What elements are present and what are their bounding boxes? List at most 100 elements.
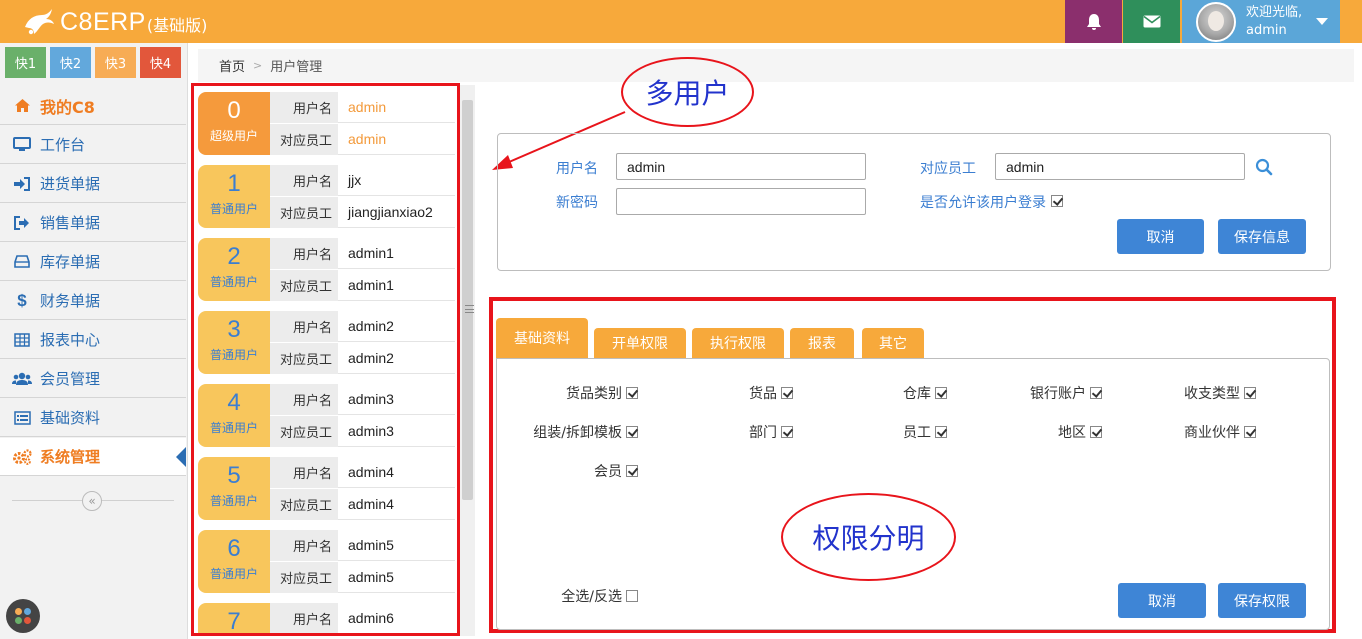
- user-card-4[interactable]: 4 普通用户 用户名 admin3 对应员工 admin3: [198, 383, 455, 447]
- perm-assembly-template[interactable]: 组装/拆卸模板: [510, 422, 638, 442]
- user-number: 3: [227, 316, 241, 343]
- scrollbar-thumb[interactable]: [462, 100, 474, 500]
- quick-button-1[interactable]: 快1: [5, 47, 46, 78]
- tab-other[interactable]: 其它: [862, 328, 924, 358]
- quick-button-2[interactable]: 快2: [50, 47, 91, 78]
- perm-checkbox[interactable]: [626, 465, 638, 477]
- user-card-0[interactable]: 0 超级用户 用户名 admin 对应员工 admin: [198, 91, 455, 155]
- user-role: 普通用户: [209, 567, 258, 581]
- sidebar-item-purchase-docs[interactable]: 进货单据: [0, 165, 186, 203]
- user-card-7[interactable]: 7普通用户 用户名admin6: [198, 602, 455, 635]
- cancel-permissions-button[interactable]: 取消: [1118, 583, 1206, 618]
- sidebar-item-my-c8[interactable]: 我的C8: [0, 87, 186, 125]
- perm-label: 商业伙伴: [1184, 425, 1240, 441]
- app-launcher-button[interactable]: [6, 599, 40, 633]
- user-card-3[interactable]: 3 普通用户 用户名 admin2 对应员工 admin2: [198, 310, 455, 374]
- search-icon[interactable]: [1255, 158, 1273, 176]
- sidebar-item-system-admin[interactable]: 系统管理: [0, 438, 186, 476]
- messages-button[interactable]: [1123, 0, 1180, 43]
- username-label: 用户名: [270, 383, 338, 415]
- user-card-6[interactable]: 6 普通用户 用户名 admin5 对应员工 admin5: [198, 529, 455, 593]
- logo-horse-icon: [25, 9, 54, 35]
- home-icon: [12, 98, 32, 114]
- perm-region[interactable]: 地区: [1000, 422, 1102, 442]
- quick-button-3[interactable]: 快3: [95, 47, 136, 78]
- username-label: 用户名: [270, 164, 338, 196]
- list-icon: [12, 410, 32, 426]
- username-value: admin2: [348, 318, 394, 334]
- sidebar-item-reports[interactable]: 报表中心: [0, 321, 186, 359]
- user-list-scrollbar[interactable]: [460, 85, 475, 636]
- perm-checkbox[interactable]: [935, 387, 947, 399]
- username-field-label: 用户名: [556, 161, 598, 177]
- password-input[interactable]: [616, 188, 866, 215]
- perm-department[interactable]: 部门: [700, 422, 793, 442]
- cancel-user-button[interactable]: 取消: [1117, 219, 1204, 254]
- tab-billing-permissions[interactable]: 开单权限: [594, 328, 686, 358]
- active-indicator: [176, 447, 186, 467]
- username-input[interactable]: admin: [616, 153, 866, 180]
- select-all-checkbox[interactable]: [626, 590, 638, 602]
- perm-checkbox[interactable]: [1244, 387, 1256, 399]
- user-card-5[interactable]: 5 普通用户 用户名 admin4 对应员工 admin4: [198, 456, 455, 520]
- save-permissions-button[interactable]: 保存权限: [1218, 583, 1306, 618]
- breadcrumb-current: 用户管理: [270, 60, 323, 75]
- current-username: admin: [1246, 22, 1287, 38]
- perm-checkbox[interactable]: [626, 387, 638, 399]
- perm-checkbox[interactable]: [935, 426, 947, 438]
- employee-label: 对应员工: [270, 488, 338, 520]
- employee-label: 对应员工: [270, 561, 338, 593]
- perm-income-expense-type[interactable]: 收支类型: [1150, 383, 1256, 403]
- username-value: admin5: [348, 537, 394, 553]
- perm-member[interactable]: 会员: [560, 461, 638, 481]
- perm-warehouse[interactable]: 仓库: [860, 383, 947, 403]
- sidebar-item-workbench[interactable]: 工作台: [0, 126, 186, 164]
- sidebar-item-finance-docs[interactable]: $ 财务单据: [0, 282, 186, 320]
- perm-goods[interactable]: 货品: [700, 383, 793, 403]
- user-number: 2: [227, 243, 241, 270]
- perm-goods-category[interactable]: 货品类别: [520, 383, 638, 403]
- employee-input[interactable]: admin: [995, 153, 1245, 180]
- sidebar-item-members[interactable]: 会员管理: [0, 360, 186, 398]
- perm-checkbox[interactable]: [1090, 387, 1102, 399]
- user-role: 普通用户: [209, 421, 258, 435]
- perm-employee[interactable]: 员工: [860, 422, 947, 442]
- hdd-icon: [12, 254, 32, 270]
- sign-in-icon: [12, 176, 32, 192]
- user-role: 普通用户: [209, 348, 258, 362]
- perm-checkbox[interactable]: [626, 426, 638, 438]
- perm-checkbox[interactable]: [781, 426, 793, 438]
- user-card-2[interactable]: 2 普通用户 用户名 admin1 对应员工 admin1: [198, 237, 455, 301]
- notifications-button[interactable]: [1065, 0, 1122, 43]
- select-all-toggle[interactable]: 全选/反选: [540, 586, 638, 606]
- save-user-info-button[interactable]: 保存信息: [1218, 219, 1306, 254]
- perm-checkbox[interactable]: [1090, 426, 1102, 438]
- monitor-icon: [12, 137, 32, 153]
- collapse-sidebar-button[interactable]: «: [82, 491, 102, 511]
- tab-basic-data[interactable]: 基础资料: [496, 318, 588, 358]
- user-card-1[interactable]: 1 普通用户 用户名 jjx 对应员工 jiangjianxiao2: [198, 164, 455, 228]
- allow-login-checkbox[interactable]: [1051, 195, 1063, 207]
- perm-business-partner[interactable]: 商业伙伴: [1150, 422, 1256, 442]
- user-role: 普通用户: [209, 202, 258, 216]
- tab-execution-permissions[interactable]: 执行权限: [692, 328, 784, 358]
- employee-label: 对应员工: [270, 415, 338, 447]
- user-menu[interactable]: 欢迎光临, admin: [1182, 0, 1340, 43]
- quick-button-4[interactable]: 快4: [140, 47, 181, 78]
- breadcrumb: 首页 > 用户管理: [198, 49, 1354, 82]
- perm-bank-account[interactable]: 银行账户: [1000, 383, 1102, 403]
- sidebar-item-basic-data[interactable]: 基础资料: [0, 399, 186, 437]
- brand-edition: (基础版): [146, 16, 208, 35]
- username-label: 用户名: [270, 237, 338, 269]
- sidebar-item-sales-docs[interactable]: 销售单据: [0, 204, 186, 242]
- tab-reports[interactable]: 报表: [790, 328, 854, 358]
- sidebar-item-inventory-docs[interactable]: 库存单据: [0, 243, 186, 281]
- sidebar-item-label: 报表中心: [40, 331, 101, 349]
- username-value: admin4: [348, 464, 394, 480]
- perm-checkbox[interactable]: [1244, 426, 1256, 438]
- user-number: 7: [227, 608, 241, 635]
- breadcrumb-home[interactable]: 首页: [219, 56, 245, 75]
- grip-icon: [465, 305, 474, 313]
- app-logo[interactable]: C8ERP (基础版): [22, 6, 207, 38]
- perm-checkbox[interactable]: [781, 387, 793, 399]
